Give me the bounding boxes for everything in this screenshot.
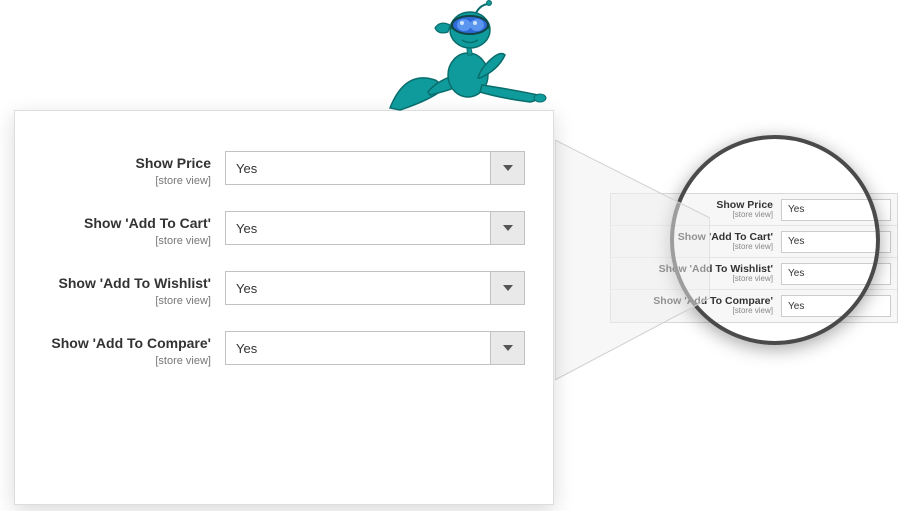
table-row: Show Price [store view] Yes xyxy=(611,194,897,226)
setting-row-add-to-wishlist: Show 'Add To Wishlist' [store view] Yes xyxy=(15,271,533,307)
select-show-price[interactable]: Yes xyxy=(225,151,525,185)
select-value: Yes xyxy=(781,295,891,317)
scope-label: [store view] xyxy=(15,295,211,307)
field-label: Show 'Add To Cart' xyxy=(84,215,211,231)
chevron-down-icon xyxy=(490,212,524,244)
select-add-to-compare[interactable]: Yes xyxy=(225,331,525,365)
setting-row-add-to-cart: Show 'Add To Cart' [store view] Yes xyxy=(15,211,533,247)
field-label: Show 'Add To Wishlist' xyxy=(59,275,211,291)
table-row: Show 'Add To Compare' [store view] Yes xyxy=(611,290,897,322)
chevron-down-icon xyxy=(490,152,524,184)
select-value: Yes xyxy=(226,281,490,296)
field-label: Show Price xyxy=(136,155,211,171)
table-row: Show 'Add To Wishlist' [store view] Yes xyxy=(611,258,897,290)
select-value: Yes xyxy=(226,341,490,356)
setting-row-show-price: Show Price [store view] Yes xyxy=(15,151,533,187)
label-wrap: Show 'Add To Cart' [store view] xyxy=(15,211,225,247)
select-value: Yes xyxy=(781,231,891,253)
alien-mascot xyxy=(380,0,550,115)
settings-panel-thumbnail: Show Price [store view] Yes Show 'Add To… xyxy=(610,193,898,323)
chevron-down-icon xyxy=(490,332,524,364)
scope-label: [store view] xyxy=(15,355,211,367)
select-value: Yes xyxy=(781,199,891,221)
select-add-to-cart[interactable]: Yes xyxy=(225,211,525,245)
select-add-to-wishlist[interactable]: Yes xyxy=(225,271,525,305)
settings-panel: Show Price [store view] Yes Show 'Add To… xyxy=(14,110,554,505)
scope-label: [store view] xyxy=(611,211,773,219)
label-wrap: Show Price [store view] xyxy=(15,151,225,187)
select-value: Yes xyxy=(226,221,490,236)
field-label: Show 'Add To Compare' xyxy=(51,335,211,351)
scope-label: [store view] xyxy=(611,307,773,315)
scope-label: [store view] xyxy=(611,275,773,283)
scope-label: [store view] xyxy=(15,235,211,247)
select-value: Yes xyxy=(226,161,490,176)
table-row: Show 'Add To Cart' [store view] Yes xyxy=(611,226,897,258)
scope-label: [store view] xyxy=(15,175,211,187)
label-wrap: Show 'Add To Compare' [store view] xyxy=(15,331,225,367)
setting-row-add-to-compare: Show 'Add To Compare' [store view] Yes xyxy=(15,331,533,367)
chevron-down-icon xyxy=(490,272,524,304)
label-wrap: Show 'Add To Wishlist' [store view] xyxy=(15,271,225,307)
select-value: Yes xyxy=(781,263,891,285)
scope-label: [store view] xyxy=(611,243,773,251)
